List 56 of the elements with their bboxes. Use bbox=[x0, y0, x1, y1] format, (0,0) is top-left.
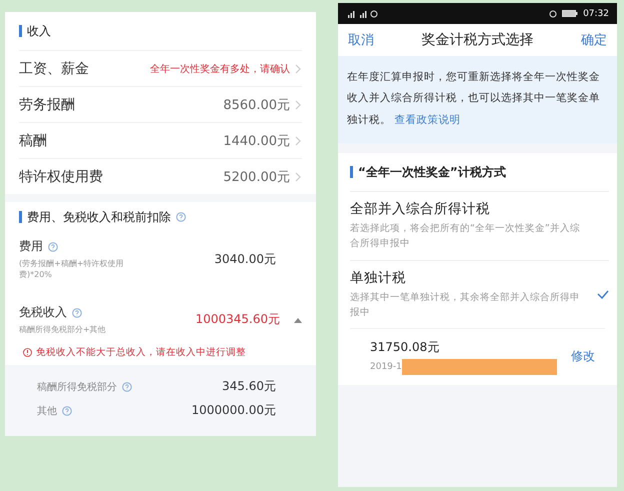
help-icon[interactable] bbox=[122, 382, 132, 392]
bonus-amount: 31750.08元 bbox=[370, 338, 440, 356]
section-title: “全年一次性奖金”计税方式 bbox=[358, 164, 506, 181]
row-label: 工资、薪金 bbox=[19, 60, 89, 78]
section-marker bbox=[19, 211, 22, 223]
row-label: 特许权使用费 bbox=[19, 168, 103, 186]
amount-text: 1000000.00元 bbox=[191, 402, 276, 420]
option-description: 若选择此项，将会把所有的“全年一次性奖金”并入综合所得申报中 bbox=[350, 222, 581, 252]
bonus-date: 2019-1 bbox=[370, 362, 402, 372]
amount-text: 1440.00元 bbox=[223, 132, 290, 150]
amount-text: 1000345.60元 bbox=[195, 311, 280, 328]
help-icon[interactable] bbox=[48, 242, 58, 252]
page-title: 奖金计税方式选择 bbox=[422, 31, 534, 49]
section-title: 费用、免税收入和税前扣除 bbox=[27, 208, 171, 226]
section-title: 收入 bbox=[27, 22, 51, 40]
section-marker bbox=[19, 25, 22, 37]
help-icon[interactable] bbox=[72, 308, 82, 318]
chevron-icon bbox=[294, 172, 302, 182]
formula-note: 稿酬所得免税部分+其他 bbox=[19, 324, 106, 336]
row-label: 稿酬 bbox=[19, 132, 47, 150]
income-row[interactable]: 劳务报酬 8560.00元 bbox=[19, 86, 302, 122]
option-row[interactable]: 单独计税 选择其中一笔单独计税，其余将全部并入综合所得申报中 bbox=[350, 260, 609, 328]
collapse-icon[interactable] bbox=[294, 316, 302, 323]
row-label: 劳务报酬 bbox=[19, 96, 75, 114]
income-row[interactable]: 工资、薪金 全年一次性奖金有多处，请确认 bbox=[19, 50, 302, 86]
row-label: 其他 bbox=[37, 404, 57, 418]
chevron-icon bbox=[294, 136, 302, 146]
option-title: 单独计税 bbox=[350, 268, 407, 286]
row-label: 免税收入 bbox=[19, 304, 67, 322]
option-description: 选择其中一笔单独计税，其余将全部并入综合所得申报中 bbox=[350, 290, 581, 320]
formula-note: (劳务报酬+稿酬+特许权使用费)*20% bbox=[19, 258, 125, 280]
cancel-button[interactable]: 取消 bbox=[348, 31, 374, 49]
confirm-button[interactable]: 确定 bbox=[581, 31, 607, 49]
battery-icon bbox=[562, 10, 578, 17]
option-row[interactable]: 全部并入综合所得计税 若选择此项，将会把所有的“全年一次性奖金”并入综合所得申报中 bbox=[350, 191, 609, 260]
alert-icon bbox=[23, 348, 32, 357]
edit-link[interactable]: 修改 bbox=[571, 348, 595, 366]
amount-text: 5200.00元 bbox=[223, 168, 290, 186]
amount-text: 8560.00元 bbox=[223, 96, 290, 114]
section-marker bbox=[350, 166, 353, 178]
signal-icon bbox=[346, 10, 380, 18]
help-icon[interactable] bbox=[62, 406, 72, 416]
chevron-icon bbox=[294, 64, 302, 74]
error-message: 免税收入不能大于总收入，请在收入中进行调整 bbox=[36, 346, 246, 359]
policy-link[interactable]: 查看政策说明 bbox=[394, 114, 460, 126]
chevron-icon bbox=[294, 100, 302, 110]
warning-text: 全年一次性奖金有多处，请确认 bbox=[150, 62, 290, 76]
row-label: 稿酬所得免税部分 bbox=[37, 380, 117, 394]
amount-text: 3040.00元 bbox=[214, 250, 276, 268]
option-title: 全部并入综合所得计税 bbox=[350, 200, 491, 218]
status-time: 07:32 bbox=[583, 8, 609, 18]
notice-text: 在年度汇算申报时，您可重新选择将全年一次性奖金收入并入综合所得计税，也可以选择其中一笔奖金单独计税。 查看政策说明 bbox=[347, 71, 600, 126]
row-label: 费用 bbox=[19, 238, 43, 255]
help-icon[interactable] bbox=[176, 212, 186, 222]
income-row[interactable]: 稿酬 1440.00元 bbox=[19, 122, 302, 158]
amount-text: 345.60元 bbox=[222, 378, 276, 396]
